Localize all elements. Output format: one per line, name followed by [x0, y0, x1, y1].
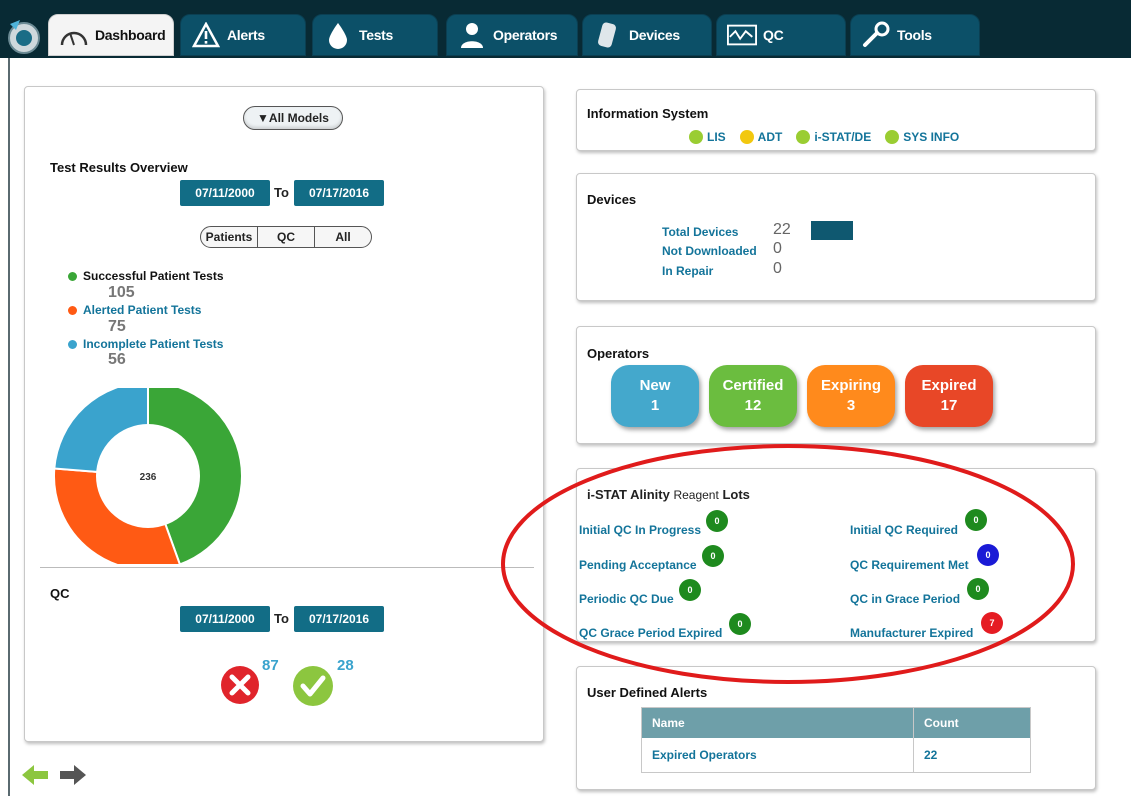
qc-date-to-field[interactable]: 07/17/2016	[294, 606, 384, 632]
green-status-icon	[885, 130, 900, 144]
left-border	[8, 58, 10, 796]
info-system-status-list: LIS ADT i-STAT/DE SYS INFO	[689, 130, 959, 144]
qc-to-label: To	[274, 611, 289, 626]
all-models-button[interactable]: ▼All Models	[243, 106, 343, 130]
info-system-title: Information System	[587, 106, 709, 121]
in-repair-value: 0	[773, 260, 782, 277]
alert-name-cell[interactable]: Expired Operators	[642, 738, 914, 772]
legend-incomplete[interactable]: Incomplete Patient Tests	[68, 337, 223, 351]
legend-incomplete-value: 56	[108, 351, 126, 368]
legend-successful-value: 105	[108, 284, 135, 301]
user-icon	[457, 20, 487, 50]
tab-qc[interactable]: QC	[716, 14, 846, 56]
user-alerts-table: Name Count Expired Operators 22	[641, 707, 1031, 773]
not-downloaded-link[interactable]: Not Downloaded	[662, 244, 757, 258]
tab-alerts[interactable]: Alerts	[180, 14, 306, 56]
devices-title: Devices	[587, 192, 637, 207]
sys-info-status[interactable]: SYS INFO	[885, 130, 959, 144]
orange-dot-icon	[68, 305, 77, 315]
adt-status[interactable]: ADT	[739, 130, 782, 144]
table-header: Name Count	[642, 708, 1030, 738]
overview-title: Test Results Overview	[50, 160, 188, 175]
qc-pass-count: 28	[337, 657, 354, 674]
to-label: To	[274, 185, 289, 200]
operators-new-button[interactable]: New 1	[611, 365, 699, 427]
divider	[40, 567, 534, 568]
segment-qc[interactable]: QC	[258, 227, 315, 247]
istat-de-status[interactable]: i-STAT/DE	[796, 130, 871, 144]
blue-dot-icon	[68, 339, 77, 349]
total-devices-link[interactable]: Total Devices	[662, 225, 738, 239]
tab-devices[interactable]: Devices	[582, 14, 712, 56]
total-devices-bar	[811, 221, 853, 240]
tab-label: Tests	[359, 27, 394, 43]
operators-expiring-button[interactable]: Expiring 3	[807, 365, 895, 427]
highlight-ellipse-annotation	[501, 444, 1075, 684]
drop-icon	[323, 20, 353, 50]
qc-title: QC	[50, 586, 70, 601]
tab-label: Devices	[629, 27, 680, 43]
alert-count-cell: 22	[924, 748, 938, 762]
legend-alerted[interactable]: Alerted Patient Tests	[68, 303, 201, 317]
gauge-icon	[59, 20, 89, 50]
column-header-count[interactable]: Count	[914, 708, 959, 738]
tab-label: Tools	[897, 27, 932, 43]
tab-tests[interactable]: Tests	[312, 14, 438, 56]
legend-successful: Successful Patient Tests	[68, 269, 224, 283]
tab-dashboard[interactable]: Dashboard	[48, 14, 174, 56]
qc-date-from-field[interactable]: 07/11/2000	[180, 606, 270, 632]
back-arrow-icon[interactable]	[20, 763, 50, 787]
qc-fail-count: 87	[262, 657, 279, 674]
green-status-icon	[796, 130, 811, 144]
waveform-icon	[727, 20, 757, 50]
filter-segmented-control: Patients QC All	[200, 226, 372, 248]
qc-pass-icon[interactable]	[291, 664, 335, 708]
total-devices-value: 22	[773, 221, 791, 238]
forward-arrow-icon[interactable]	[58, 763, 88, 787]
legend-alerted-value: 75	[108, 318, 126, 335]
not-downloaded-value: 0	[773, 240, 782, 257]
tab-operators[interactable]: Operators	[446, 14, 578, 56]
green-status-icon	[689, 130, 703, 144]
date-from-field[interactable]: 07/11/2000	[180, 180, 270, 206]
segment-patients[interactable]: Patients	[201, 227, 258, 247]
tab-label: Alerts	[227, 27, 265, 43]
operators-title: Operators	[587, 346, 650, 361]
operators-certified-button[interactable]: Certified 12	[709, 365, 797, 427]
yellow-status-icon	[739, 130, 754, 144]
date-to-field[interactable]: 07/17/2016	[294, 180, 384, 206]
warning-icon	[191, 20, 221, 50]
device-icon	[593, 20, 623, 50]
tab-label: QC	[763, 27, 784, 43]
wrench-icon	[861, 20, 891, 50]
app-logo-icon	[8, 20, 40, 54]
segment-all[interactable]: All	[315, 227, 371, 247]
in-repair-link[interactable]: In Repair	[662, 264, 713, 278]
green-dot-icon	[68, 271, 77, 281]
qc-fail-icon[interactable]	[219, 664, 261, 706]
table-row[interactable]: Expired Operators 22	[642, 738, 1030, 772]
tab-tools[interactable]: Tools	[850, 14, 980, 56]
lis-status[interactable]: LIS	[689, 130, 726, 144]
operators-expired-button[interactable]: Expired 17	[905, 365, 993, 427]
donut-total-label: 236	[140, 472, 157, 483]
devices-panel: Devices Total Devices 22 Not Downloaded …	[576, 173, 1096, 301]
tab-label: Dashboard	[95, 27, 166, 43]
top-navigation-bar: Dashboard Alerts Tests Operators Devices…	[0, 0, 1131, 58]
column-header-name[interactable]: Name	[642, 708, 914, 738]
tab-label: Operators	[493, 27, 558, 43]
test-results-donut-chart: 236	[53, 388, 243, 564]
information-system-panel: Information System LIS ADT i-STAT/DE SYS…	[576, 89, 1096, 151]
